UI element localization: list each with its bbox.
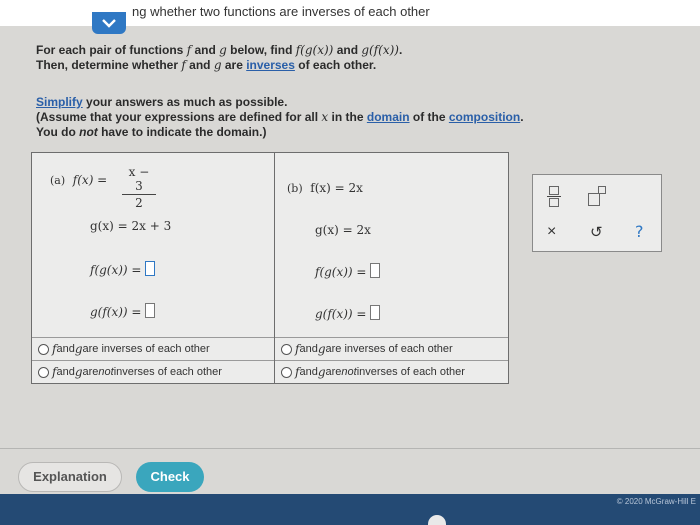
radio-button[interactable]	[38, 343, 49, 355]
part-a-fg-row: f(g(x)) =	[90, 261, 155, 277]
domain-link[interactable]: domain	[367, 110, 410, 124]
instruction-line-3: Simplify your answers as much as possibl…	[36, 95, 288, 109]
part-a-f-definition: (a) f(x) =	[50, 173, 108, 187]
explanation-button[interactable]: Explanation	[18, 462, 122, 492]
part-a-option-inverses[interactable]: f and g are inverses of each other	[32, 337, 274, 360]
part-a-f-fraction: x − 3 2	[122, 165, 156, 210]
part-b-fg-row: f(g(x)) =	[315, 263, 380, 279]
exponent-icon[interactable]	[588, 186, 610, 206]
clear-icon[interactable]: ×	[547, 223, 556, 241]
check-button[interactable]: Check	[136, 462, 204, 492]
instruction-line-4: (Assume that your expressions are define…	[36, 110, 524, 124]
part-b-gf-row: g(f(x)) =	[315, 305, 380, 321]
undo-icon[interactable]: ↺	[590, 223, 603, 241]
part-b-option-not-inverses[interactable]: f and g are not inverses of each other	[275, 360, 508, 383]
simplify-link[interactable]: Simplify	[36, 95, 83, 109]
part-a-g-definition: g(x) = 2x + 3	[90, 219, 172, 233]
instruction-line-1: For each pair of functions f and g below…	[36, 43, 403, 57]
radio-button[interactable]	[281, 343, 292, 355]
problems-table: (a) f(x) = x − 3 2 g(x) = 2x + 3 f(g(x))…	[31, 152, 509, 384]
radio-button[interactable]	[38, 366, 49, 378]
part-a: (a) f(x) = x − 3 2 g(x) = 2x + 3 f(g(x))…	[32, 153, 275, 383]
math-palette: × ↺ ?	[532, 174, 662, 252]
part-a-gf-input[interactable]	[144, 303, 155, 318]
copyright-text: © 2020 McGraw-Hill E	[616, 497, 696, 506]
instruction-line-5: You do not have to indicate the domain.)	[36, 125, 267, 139]
help-icon[interactable]: ?	[635, 222, 644, 241]
footer-divider	[0, 448, 700, 449]
part-b-f-definition: (b) f(x) = 2x	[287, 181, 363, 195]
part-a-option-not-inverses[interactable]: f and g are not inverses of each other	[32, 360, 274, 383]
part-b: (b) f(x) = 2x g(x) = 2x f(g(x)) = g(f(x)…	[275, 153, 508, 383]
bottom-bar: © 2020 McGraw-Hill E	[0, 494, 700, 525]
instruction-line-2: Then, determine whether f and g are inve…	[36, 58, 377, 72]
part-a-fg-input[interactable]	[144, 261, 155, 276]
topic-title: ng whether two functions are inverses of…	[132, 4, 430, 19]
part-b-gf-input[interactable]	[369, 305, 380, 320]
radio-button[interactable]	[281, 366, 292, 378]
part-b-g-definition: g(x) = 2x	[315, 223, 371, 237]
part-a-gf-row: g(f(x)) =	[90, 303, 155, 319]
composition-link[interactable]: composition	[449, 110, 520, 124]
inverses-link[interactable]: inverses	[246, 58, 295, 72]
part-b-fg-input[interactable]	[369, 263, 380, 278]
part-b-option-inverses[interactable]: f and g are inverses of each other	[275, 337, 508, 360]
fraction-icon[interactable]	[547, 186, 561, 207]
